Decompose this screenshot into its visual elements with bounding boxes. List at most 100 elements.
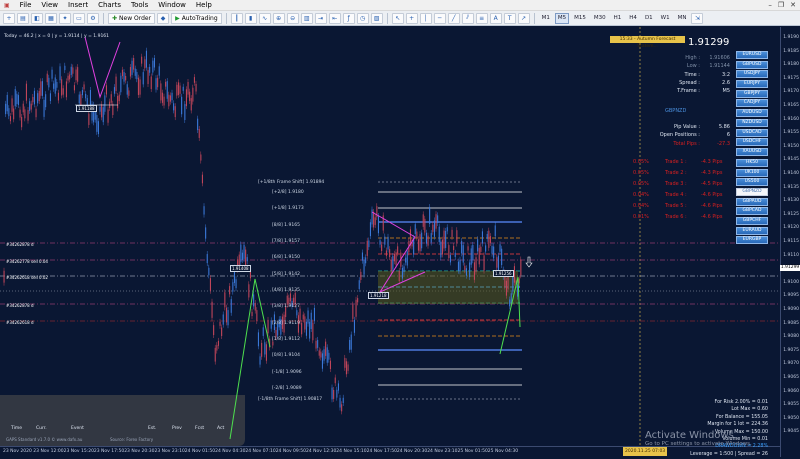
candle-body	[16, 93, 18, 104]
market-watch-icon[interactable]: ◧	[31, 12, 43, 24]
candle-body	[193, 77, 195, 83]
tf-h4[interactable]: H4	[626, 13, 640, 24]
symbol-button-usdjpy[interactable]: USDJPY	[736, 70, 768, 79]
menu-insert[interactable]: Insert	[68, 1, 88, 9]
templates-icon[interactable]: ▧	[370, 12, 383, 24]
label-tool-icon[interactable]: T	[503, 12, 516, 24]
zoom-out-icon[interactable]: ⊖	[286, 12, 299, 24]
tf-w1[interactable]: W1	[658, 13, 673, 24]
app-icon[interactable]: ▣	[4, 2, 10, 9]
trade-row[interactable]: 0.05% Trade 1 : -4.3 Pips	[633, 159, 733, 170]
menu-view[interactable]: View	[41, 1, 58, 9]
new-order-button[interactable]: ✚ New Order	[108, 12, 156, 24]
trade-row[interactable]: 0.04% Trade 5 : -4.6 Pips	[633, 203, 733, 214]
new-chart-icon[interactable]: +	[3, 12, 15, 24]
tf-m30[interactable]: M30	[591, 13, 609, 24]
symbol-button-xauusd[interactable]: XAUUSD	[736, 147, 768, 156]
symbol-button-euraud[interactable]: EURAUD	[736, 226, 768, 235]
autotrading-button[interactable]: ▶ AutoTrading	[171, 12, 222, 24]
symbol-button-gbpusd[interactable]: GBPUSD	[736, 60, 768, 69]
strategy-tester-icon[interactable]: ⚙	[87, 12, 99, 24]
metaeditor-icon[interactable]: ◆	[157, 12, 170, 24]
restore-icon[interactable]: ❐	[778, 1, 784, 9]
minimize-icon[interactable]: –	[768, 1, 772, 9]
menu-window[interactable]: Window	[158, 1, 186, 9]
cursor-icon[interactable]: ↖	[391, 12, 404, 24]
menu-help[interactable]: Help	[196, 1, 212, 9]
autoscroll-icon[interactable]: ⇥	[314, 12, 327, 24]
profiles-icon[interactable]: ▤	[17, 12, 29, 24]
line-chart-icon[interactable]: ∿	[258, 12, 271, 24]
chart-shift-icon[interactable]: ⇤	[328, 12, 341, 24]
candle-body	[462, 245, 464, 263]
trade-row[interactable]: 0.04% Trade 4 : -4.6 Pips	[633, 192, 733, 203]
crosshair-icon[interactable]: +	[405, 12, 418, 24]
navigator-icon[interactable]: ✦	[59, 12, 71, 24]
tf-m5[interactable]: M5	[554, 12, 570, 24]
tile-windows-icon[interactable]: ▥	[300, 12, 313, 24]
symbol-button-audusd[interactable]: AUDUSD	[736, 109, 768, 118]
time-axis-tick: 24 Nov 04:30	[215, 449, 246, 454]
fibonacci-icon[interactable]: ≡	[475, 12, 488, 24]
trade-row[interactable]: 0.05% Trade 3 : -4.5 Pips	[633, 181, 733, 192]
price-axis[interactable]: 1.9190 1.9185 1.9180 1.9175 1.9170 1.9165 1.91…	[780, 27, 800, 457]
tf-d1[interactable]: D1	[642, 13, 656, 24]
channel-icon[interactable]: ⫽	[461, 12, 474, 24]
candle-body	[203, 206, 205, 215]
symbol-button-nzdusd[interactable]: NZDUSD	[736, 118, 768, 127]
tf-m15[interactable]: M15	[571, 13, 589, 24]
trade-row[interactable]: 0.01% Trade 6 : -4.6 Pips	[633, 214, 733, 225]
zoom-in-icon[interactable]: ⊕	[272, 12, 285, 24]
order-tag[interactable]: #34262878 d	[6, 242, 34, 247]
candle-body	[121, 69, 123, 77]
horizontal-line-icon[interactable]: ─	[433, 12, 446, 24]
order-tag[interactable]: #34262618 d	[6, 320, 34, 325]
menu-charts[interactable]: Charts	[98, 1, 121, 9]
symbol-button-cadjpy[interactable]: CADJPY	[736, 99, 768, 108]
symbol-button-gbpjpy[interactable]: GBPJPY	[736, 89, 768, 98]
price-chart[interactable]: Today = 46.2 | x = 0 | y = 1.9114 | y = …	[0, 27, 780, 446]
arrows-icon[interactable]: ↗	[517, 12, 530, 24]
order-tag[interactable]: #34262878 d	[6, 303, 34, 308]
mouse-tool-icon[interactable]: ⇲	[691, 12, 704, 24]
candle-body	[421, 232, 423, 249]
order-tag[interactable]: #34262778 sell 0.04	[6, 259, 48, 264]
symbol-button-us500[interactable]: US500	[736, 178, 768, 187]
stat-label: High :	[685, 55, 700, 61]
candle-body	[19, 109, 21, 118]
trade-row[interactable]: 0.05% Trade 2 : -4.3 Pips	[633, 170, 733, 181]
periods-icon[interactable]: ◷	[356, 12, 369, 24]
symbol-button-gbpcad[interactable]: GBPCAD	[736, 207, 768, 216]
candlestick-icon[interactable]: ▮	[244, 12, 257, 24]
symbol-button-gbpchf[interactable]: GBPCHF	[736, 217, 768, 225]
text-tool-icon[interactable]: A	[489, 12, 502, 24]
tf-mn[interactable]: MN	[675, 13, 690, 24]
symbol-button-eurusd[interactable]: EURUSD	[736, 51, 768, 59]
symbol-button-eurgbp[interactable]: EURGBP	[736, 236, 768, 245]
tf-h1[interactable]: H1	[611, 13, 625, 24]
candle-body	[445, 230, 447, 248]
close-icon[interactable]: ✕	[790, 1, 796, 9]
candle-body	[168, 94, 170, 107]
symbol-button-usdcad[interactable]: USDCAD	[736, 128, 768, 137]
symbol-button-usdchf[interactable]: USDCHF	[736, 138, 768, 147]
symbol-button-gbpnzd[interactable]: GBPNZD	[736, 187, 768, 196]
trendline-icon[interactable]: ╱	[447, 12, 460, 24]
terminal-icon[interactable]: ▭	[73, 12, 85, 24]
candle-body	[105, 85, 107, 95]
menu-file[interactable]: File	[20, 1, 32, 9]
symbol-button-hk50[interactable]: HK50	[736, 158, 768, 167]
price-axis-tick: 1.9125	[783, 211, 799, 217]
symbol-button-uk100[interactable]: UK100	[736, 168, 768, 177]
indicators-icon[interactable]: ƒ	[342, 12, 355, 24]
order-tag[interactable]: #34262618 sell 0.02	[6, 275, 48, 280]
data-window-icon[interactable]: ▦	[45, 12, 57, 24]
symbol-button-gbpaud[interactable]: GBPAUD	[736, 197, 768, 206]
menu-tools[interactable]: Tools	[131, 1, 148, 9]
bar-chart-icon[interactable]: ┃	[230, 12, 243, 24]
symbol-button-eurjpy[interactable]: EURJPY	[736, 80, 768, 89]
tf-m1[interactable]: M1	[539, 13, 553, 24]
news-banner[interactable]: 15:33 - Autumn Forecast Statem...	[610, 36, 685, 49]
vertical-line-icon[interactable]: │	[419, 12, 432, 24]
candle-body	[321, 353, 323, 369]
